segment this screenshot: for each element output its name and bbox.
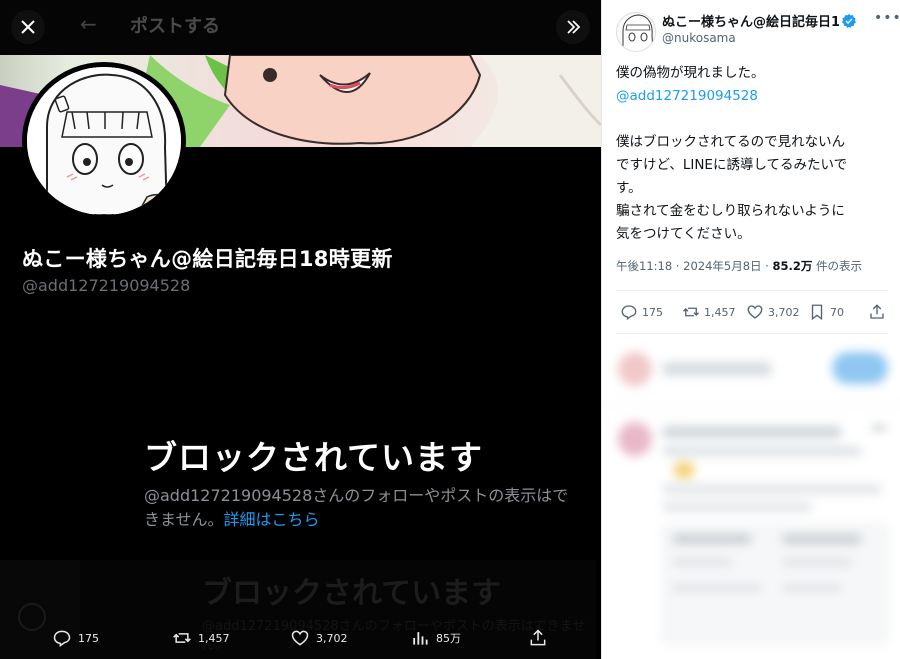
learn-more-link[interactable]: 詳細はこちら [224,510,320,529]
reply-icon [621,305,637,321]
media-repost-count: 1,457 [198,631,230,645]
media-views-count: 85万 [436,632,461,645]
tweet-text-line: す。 [616,180,642,196]
heart-icon [291,630,309,646]
tweet-meta: 午後11:18 · 2024年5月8日 · 85.2万 件の表示 [616,259,863,273]
tweet-text-line: 騙されて金をむしり取られないように [616,203,845,219]
more-options-icon[interactable]: ••• [874,10,900,26]
bookmark-count: 70 [830,305,844,319]
author-handle[interactable]: @nukosama [662,31,736,45]
media-share-button[interactable] [528,628,548,648]
blocked-heading: ブロックされています [144,438,484,477]
ghost-blocked-heading: ブロックされています [202,576,502,611]
tweet-text-gap [616,108,888,131]
repost-button[interactable]: 1,457 [682,303,736,321]
author-avatar[interactable] [616,12,656,52]
reply-icon [53,630,71,647]
double-chevron-right-icon [567,20,581,34]
mention-link[interactable]: @add127219094528 [616,85,888,108]
media-like-button[interactable]: 3,702 [290,628,348,648]
bookmark-button[interactable]: 70 [808,303,844,321]
bookmark-icon [811,304,823,321]
close-icon [21,20,35,34]
like-count: 3,702 [768,305,800,319]
divider [616,290,888,291]
profile-handle: @add127219094528 [22,276,191,295]
close-button[interactable] [11,10,45,44]
analytics-icon [413,632,428,645]
author-display-name: ぬこー様ちゃん@絵日記毎日1 [662,15,839,30]
media-views-button[interactable]: 85万 [410,628,461,648]
media-reply-count: 175 [78,631,99,645]
media-action-bar: 175 1,457 3,702 85万 [0,620,601,659]
tweet-action-bar: 175 1,457 3,702 70 [616,300,888,326]
media-viewer: ← ポストする ぬこー様ちゃん@絵日記毎日18時更新 @add127219094… [0,0,601,659]
tweet-time[interactable]: 午後11:18 [616,259,672,273]
tweet-views-count: 85.2万 [772,259,813,273]
blurred-replies-area [602,334,900,659]
profile-avatar [22,62,186,220]
tweet-text-line: ですけど、LINEに誘導してるみたいで [616,157,848,173]
heart-icon [747,305,763,319]
verified-badge-icon [841,13,856,28]
share-button[interactable] [868,303,886,321]
share-icon [870,304,884,319]
blocked-description-text: @add127219094528さんのフォローやポストの表示はできません。 [144,486,569,529]
blocked-description: @add127219094528さんのフォローやポストの表示はできません。詳細は… [144,484,574,532]
screenshot-header-title: ポストする [130,16,220,37]
repost-icon [683,307,699,317]
share-icon [530,629,546,646]
tweet-views-label: 件の表示 [816,259,863,273]
tweet-text-line: 僕の偽物が現れました。 [616,65,765,81]
reply-count: 175 [642,305,663,319]
like-button[interactable]: 3,702 [746,303,800,321]
back-arrow-icon: ← [80,12,97,36]
profile-display-name: ぬこー様ちゃん@絵日記毎日18時更新 [22,247,393,271]
tweet-panel: ぬこー様ちゃん@絵日記毎日1 @nukosama ••• 僕の偽物が現れました。… [601,0,900,659]
repost-count: 1,457 [704,305,736,319]
media-like-count: 3,702 [316,631,348,645]
tweet-text-line: 僕はブロックされてるので見れないん [616,134,846,150]
expand-button[interactable] [556,10,590,44]
tweet-text-line: 気をつけてください。 [616,226,751,242]
reply-button[interactable]: 175 [620,303,663,321]
media-reply-button[interactable]: 175 [52,628,99,648]
tweet-date[interactable]: 2024年5月8日 [683,259,761,273]
screenshot-header: ← ポストする [0,0,601,55]
author-name-row[interactable]: ぬこー様ちゃん@絵日記毎日1 [662,11,857,30]
tweet-text: 僕の偽物が現れました。 @add127219094528 僕はブロックされてるの… [616,62,888,246]
media-repost-button[interactable]: 1,457 [172,628,230,648]
repost-icon [173,633,191,643]
